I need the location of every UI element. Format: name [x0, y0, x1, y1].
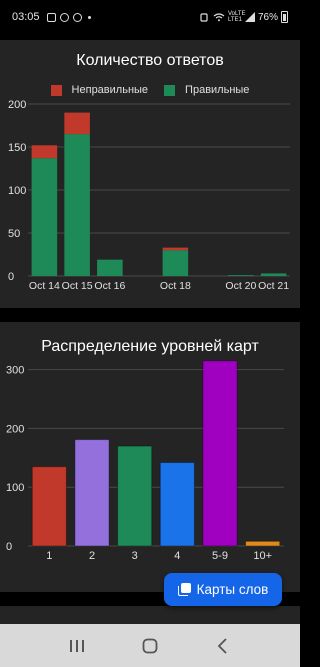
signal-icon [244, 12, 255, 22]
x-tick-label: Oct 16 [94, 280, 125, 292]
wifi-icon [213, 12, 225, 21]
back-icon [218, 637, 227, 654]
status-time: 03:05 [12, 11, 40, 23]
status-left: 03:05 [12, 11, 91, 23]
answers-chart[interactable]: 0 50 100 150 200 Oct 14 Oct 15 Oct 16 Oct 18 Oct … [0, 40, 300, 308]
bar-segment [64, 134, 90, 276]
battery-icon [281, 11, 288, 23]
y-tick-label: 150 [8, 142, 26, 154]
x-tick-label: 10+ [253, 550, 272, 562]
answers-chart-card: Количество ответов Неправильные Правильн… [0, 40, 300, 308]
word-cards-button[interactable]: Карты слов [164, 573, 282, 606]
dot-icon [87, 15, 91, 19]
y-tick-label: 100 [6, 482, 24, 494]
bar-segment [260, 273, 287, 276]
bar-segment [97, 259, 123, 276]
notification-icon-3 [72, 12, 82, 22]
recent-apps-icon [69, 639, 84, 652]
system-nav-bar [0, 624, 300, 667]
bar [117, 445, 153, 547]
y-tick-label: 200 [6, 423, 24, 435]
vibrate-icon [200, 12, 208, 22]
notification-icon-2 [59, 12, 69, 22]
notification-icon-1 [46, 12, 56, 22]
bar [74, 439, 110, 547]
y-tick-label: 0 [6, 541, 12, 553]
network-label: VoLTE LTE1 [227, 11, 246, 23]
status-right: VoLTE LTE1 76% [198, 11, 288, 23]
recent-apps-button[interactable] [62, 631, 92, 661]
y-tick-label: 200 [8, 99, 26, 111]
x-tick-label: 1 [46, 550, 52, 562]
x-tick-label: Oct 14 [29, 280, 60, 292]
home-icon [142, 638, 158, 653]
bar [159, 462, 195, 547]
bar [245, 540, 281, 547]
status-bar: 03:05 VoLTE LTE1 76% [0, 0, 300, 34]
levels-chart-card: Распределение уровней карт 0 100 200 300 1 2 3… [0, 322, 300, 592]
x-tick-label: 5-9 [212, 550, 228, 562]
bar-segment [31, 145, 58, 159]
x-tick-label: Oct 18 [160, 280, 191, 292]
cards-icon [177, 583, 191, 596]
bar [31, 466, 67, 547]
word-cards-button-label: Карты слов [196, 582, 269, 597]
x-tick-label: 3 [132, 550, 138, 562]
x-tick-label: Oct 15 [62, 280, 93, 292]
x-tick-label: Oct 21 [258, 280, 289, 292]
bar-segment [64, 112, 90, 135]
y-tick-label: 100 [8, 185, 26, 197]
bar [202, 360, 238, 547]
bar-segment [228, 275, 254, 276]
back-button[interactable] [208, 631, 238, 661]
x-tick-label: Oct 20 [225, 280, 256, 292]
bar-segment [162, 247, 189, 251]
y-tick-label: 50 [8, 228, 20, 240]
x-tick-label: 2 [89, 550, 95, 562]
y-tick-label: 300 [6, 365, 24, 377]
battery-percent: 76% [257, 11, 278, 23]
home-button[interactable] [135, 631, 165, 661]
y-tick-label: 0 [8, 271, 14, 283]
x-tick-label: 4 [174, 550, 180, 562]
bar-segment [31, 158, 58, 276]
bar-segment [162, 250, 189, 276]
levels-chart[interactable]: 0 100 200 300 1 2 3 4 5-9 10+ [0, 322, 300, 592]
